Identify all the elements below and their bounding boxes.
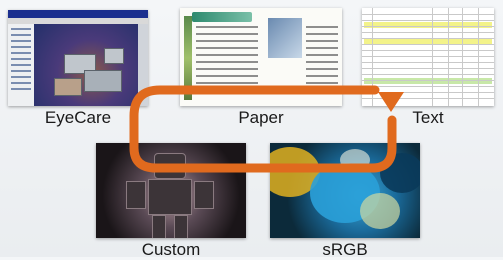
- cycle-arrow-icon: [129, 85, 404, 173]
